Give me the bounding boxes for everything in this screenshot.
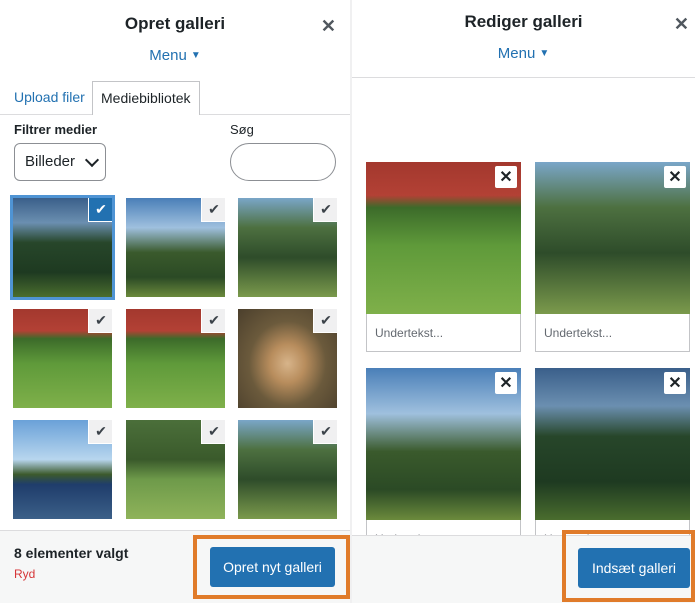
close-icon[interactable]: ✕ [674,14,689,35]
check-icon[interactable]: ✔ [89,198,112,221]
create-gallery-panel: Opret galleri ✕ Menu ▼ Upload filer Medie… [0,0,350,603]
media-thumb[interactable]: ✔ [13,420,112,519]
caret-down-icon: ▼ [539,48,550,59]
tab-media-library[interactable]: Mediebibliotek [92,81,200,115]
filter-value: Billeder [25,153,76,170]
search-input[interactable] [230,143,336,181]
media-thumb[interactable]: ✔ [126,420,225,519]
panel-title: Opret galleri [124,14,226,33]
selection-count: 8 elementer valgt [14,545,129,561]
filter-label: Filtrer medier [14,122,98,137]
check-icon[interactable]: ✔ [202,420,225,443]
remove-icon[interactable]: ✕ [495,166,517,188]
tab-upload-files[interactable]: Upload filer [6,81,93,113]
chevron-down-icon [84,152,100,168]
check-icon[interactable]: ✔ [202,198,225,221]
panel-title: Rediger galleri [464,12,583,31]
remove-icon[interactable]: ✕ [664,372,686,394]
menu-dropdown[interactable]: Menu ▼ [0,47,350,64]
insert-gallery-button[interactable]: Indsæt galleri [578,548,690,588]
media-filter-select[interactable]: Billeder [14,143,106,181]
caret-down-icon: ▼ [190,50,201,61]
check-icon[interactable]: ✔ [202,309,225,332]
media-thumb[interactable]: ✔ [126,309,225,408]
header-divider [352,77,695,78]
check-icon[interactable]: ✔ [314,420,337,443]
media-thumb[interactable]: ✔ [126,198,225,297]
check-icon[interactable]: ✔ [314,198,337,221]
menu-label: Menu [149,47,187,64]
search-label: Søg [230,122,254,137]
check-icon[interactable]: ✔ [314,309,337,332]
caption-field[interactable]: Undertekst... [535,314,690,352]
gallery-item[interactable]: ✕ Undertekst... [366,162,521,352]
gallery-item[interactable]: ✕ Undertekst... [535,162,690,352]
media-thumb[interactable]: ✔ [10,195,115,300]
right-footer: Indsæt galleri [352,530,695,603]
menu-label: Menu [497,45,536,62]
close-icon[interactable]: ✕ [321,16,336,37]
remove-icon[interactable]: ✕ [495,372,517,394]
check-icon[interactable]: ✔ [89,420,112,443]
check-icon[interactable]: ✔ [89,309,112,332]
create-gallery-button[interactable]: Opret nyt galleri [210,547,335,587]
caption-field[interactable]: Undertekst... [366,314,521,352]
left-footer: 8 elementer valgt Ryd Opret nyt galleri [0,530,350,603]
gallery-item[interactable]: ✕ Undertekst... [366,368,521,558]
media-thumb[interactable]: ✔ [238,420,337,519]
media-thumb[interactable]: ✔ [13,309,112,408]
edit-gallery-panel: Rediger galleri ✕ Menu ▼ ✕ Undertekst... … [352,0,695,603]
media-thumb[interactable]: ✔ [238,309,337,408]
remove-icon[interactable]: ✕ [664,166,686,188]
clear-selection-link[interactable]: Ryd [14,567,35,581]
media-thumb[interactable]: ✔ [238,198,337,297]
menu-dropdown[interactable]: Menu ▼ [352,45,695,62]
